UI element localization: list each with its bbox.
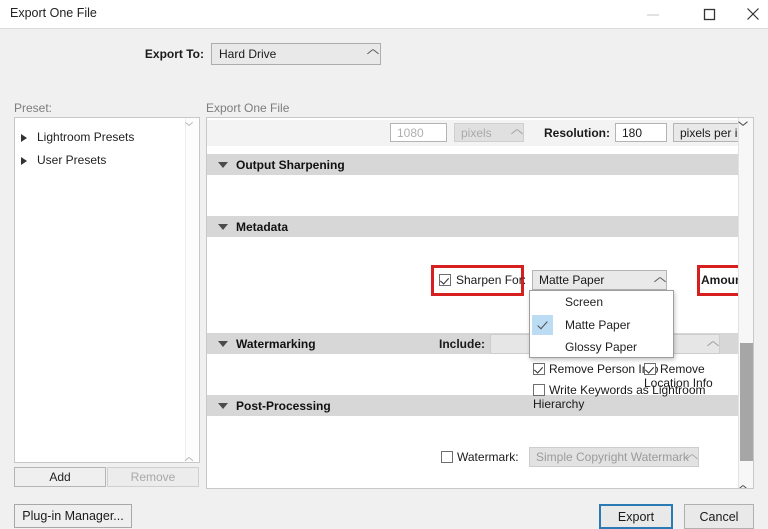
scrollbar-thumb[interactable]	[740, 343, 753, 461]
watermark-value: Simple Copyright Watermark	[536, 450, 689, 464]
checkbox-icon[interactable]	[533, 363, 545, 375]
triangle-right-icon[interactable]	[21, 157, 27, 165]
section-header-metadata[interactable]: Metadata	[207, 216, 740, 237]
cancel-button[interactable]: Cancel	[684, 504, 754, 529]
section-header-output-sharpening[interactable]: Output Sharpening	[207, 154, 740, 175]
window-titlebar: Export One File	[0, 0, 768, 28]
image-size-input[interactable]: 1080	[390, 123, 447, 142]
chevron-down-icon	[654, 277, 660, 291]
menu-item-glossy-paper[interactable]: Glossy Paper	[530, 336, 673, 359]
image-size-value: 1080	[397, 125, 424, 140]
sharpen-for-label: Sharpen For:	[456, 273, 527, 287]
export-settings-content: 1080 pixels Resolution: 180 pixels per i…	[207, 118, 753, 488]
triangle-down-icon[interactable]	[218, 161, 228, 168]
menu-item-label: Matte Paper	[565, 317, 631, 332]
minimize-icon	[646, 9, 660, 19]
watermark-label: Watermark:	[457, 450, 519, 464]
export-button[interactable]: Export	[599, 504, 673, 529]
preset-group-label: Lightroom Presets	[37, 130, 135, 144]
section-title: Post-Processing	[236, 398, 331, 413]
menu-item-matte-paper[interactable]: Matte Paper	[530, 314, 673, 337]
watermark-checkbox[interactable]	[441, 451, 453, 463]
preset-group-label: User Presets	[37, 153, 107, 167]
resolution-label: Resolution:	[544, 126, 610, 140]
maximize-button[interactable]	[686, 0, 732, 28]
triangle-down-icon[interactable]	[218, 223, 228, 230]
sharpen-for-value: Matte Paper	[539, 273, 605, 287]
sharpen-for-select[interactable]: Matte Paper	[532, 270, 667, 290]
window-title: Export One File	[10, 6, 97, 20]
resolution-value: 180	[622, 125, 643, 140]
export-to-row: Export To: Hard Drive	[0, 43, 768, 65]
resolution-input[interactable]: 180	[615, 123, 667, 142]
preset-group-user[interactable]: User Presets	[21, 153, 107, 167]
checkbox-icon[interactable]	[644, 363, 656, 375]
settings-scrollbar[interactable]	[738, 118, 753, 488]
maximize-icon	[703, 8, 716, 21]
plugin-manager-button[interactable]: Plug-in Manager...	[14, 504, 132, 528]
export-settings-panel: 1080 pixels Resolution: 180 pixels per i…	[206, 117, 754, 489]
menu-item-label: Screen	[565, 295, 604, 310]
include-label: Include:	[438, 337, 485, 351]
check-icon	[532, 314, 553, 335]
watermark-select: Simple Copyright Watermark	[529, 447, 699, 467]
image-sizing-row: 1080 pixels Resolution: 180 pixels per i…	[207, 120, 753, 146]
remove-person-info-label: Remove Person Info	[549, 362, 659, 376]
triangle-down-icon[interactable]	[218, 402, 228, 409]
write-keywords-label: Write Keywords as Lightroom Hierarchy	[533, 383, 706, 411]
preset-label: Preset:	[14, 101, 53, 115]
sharpen-for-checkbox[interactable]	[439, 274, 451, 286]
chevron-down-icon	[686, 454, 692, 468]
section-title: Watermarking	[236, 336, 316, 351]
close-button[interactable]	[730, 0, 768, 28]
preset-scrollbar[interactable]	[185, 118, 199, 462]
image-size-unit-value: pixels	[461, 125, 492, 140]
export-to-label: Export To:	[144, 47, 204, 61]
checkbox-icon[interactable]	[533, 384, 545, 396]
export-to-select[interactable]: Hard Drive	[211, 43, 381, 65]
write-keywords-checkbox[interactable]: Write Keywords as Lightroom Hierarchy	[533, 383, 740, 411]
export-to-value: Hard Drive	[219, 47, 277, 61]
triangle-right-icon[interactable]	[21, 134, 27, 142]
minimize-button[interactable]	[630, 0, 676, 28]
sharpen-for-dropdown-menu[interactable]: Screen Matte Paper Glossy Paper	[529, 290, 674, 358]
remove-person-info-checkbox[interactable]: Remove Person Info	[533, 362, 658, 376]
preset-list-panel[interactable]: Lightroom Presets User Presets	[14, 117, 200, 463]
right-panel-label: Export One File	[206, 101, 290, 115]
triangle-down-icon[interactable]	[218, 340, 228, 347]
preset-group-lightroom[interactable]: Lightroom Presets	[21, 130, 135, 144]
add-preset-button[interactable]: Add	[14, 467, 106, 487]
menu-item-screen[interactable]: Screen	[530, 291, 673, 314]
remove-preset-button: Remove	[107, 467, 199, 487]
section-title: Output Sharpening	[236, 157, 345, 172]
menu-item-label: Glossy Paper	[565, 340, 638, 355]
close-icon	[746, 7, 760, 21]
export-dialog: Export To: Hard Drive Preset: Lightroom …	[0, 28, 768, 529]
section-title: Metadata	[236, 219, 289, 234]
